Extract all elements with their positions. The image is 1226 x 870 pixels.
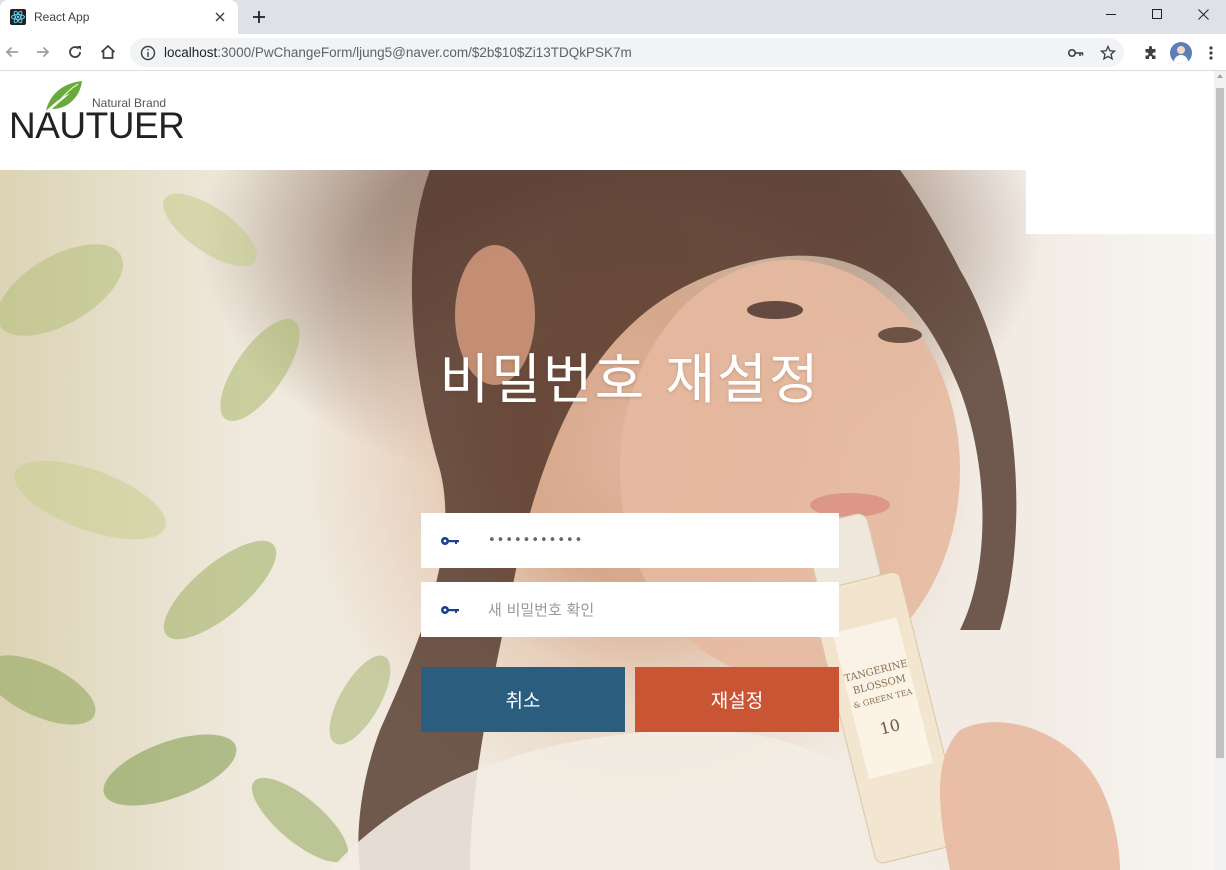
password-key-icon[interactable] (1060, 38, 1092, 67)
key-icon (441, 536, 459, 545)
browser-toolbar: localhost:3000/PwChangeForm/ljung5@naver… (0, 34, 1226, 71)
cancel-button[interactable]: 취소 (421, 667, 625, 732)
confirm-password-field[interactable] (421, 582, 839, 637)
bookmark-star-icon[interactable] (1092, 38, 1124, 67)
extensions-puzzle-icon[interactable] (1136, 38, 1166, 67)
browser-tabstrip: React App (0, 0, 1226, 34)
close-window-icon[interactable] (1180, 0, 1226, 28)
scrollbar-thumb[interactable] (1216, 88, 1224, 758)
back-icon[interactable] (0, 40, 24, 64)
home-icon[interactable] (96, 40, 120, 64)
minimize-icon[interactable] (1088, 0, 1134, 28)
key-icon (441, 605, 459, 614)
scroll-up-arrow-icon[interactable] (1217, 74, 1223, 78)
confirm-password-input[interactable] (488, 582, 839, 637)
forward-icon[interactable] (31, 40, 55, 64)
new-password-field[interactable] (421, 513, 839, 568)
reset-button[interactable]: 재설정 (635, 667, 839, 732)
close-tab-icon[interactable] (212, 9, 228, 25)
window-controls (1088, 0, 1226, 34)
toolbar-right-actions (1136, 38, 1226, 67)
new-tab-icon[interactable] (250, 8, 268, 26)
logo-name: NAUTUER (9, 105, 185, 146)
address-bar-actions (1060, 38, 1124, 67)
brand-logo[interactable]: Natural Brand NAUTUER (8, 79, 185, 145)
maximize-icon[interactable] (1134, 0, 1180, 28)
react-favicon-icon (10, 9, 26, 25)
page-viewport: Natural Brand NAUTUER TANGERINE BLOSSOM … (0, 71, 1226, 870)
url-text: localhost:3000/PwChangeForm/ljung5@naver… (164, 45, 632, 60)
profile-avatar[interactable] (1166, 38, 1196, 67)
page-scrollbar[interactable] (1214, 71, 1226, 870)
site-info-icon[interactable] (140, 45, 156, 61)
browser-tab[interactable]: React App (0, 0, 238, 34)
address-bar[interactable]: localhost:3000/PwChangeForm/ljung5@naver… (130, 38, 1124, 67)
menu-kebab-icon[interactable] (1196, 38, 1226, 67)
page-title: 비밀번호 재설정 (439, 348, 821, 411)
site-header: Natural Brand NAUTUER (0, 71, 1214, 170)
hero-top-right-blank (1026, 170, 1214, 234)
reload-icon[interactable] (63, 40, 87, 64)
new-password-input[interactable] (488, 513, 839, 568)
tab-title: React App (34, 10, 90, 24)
